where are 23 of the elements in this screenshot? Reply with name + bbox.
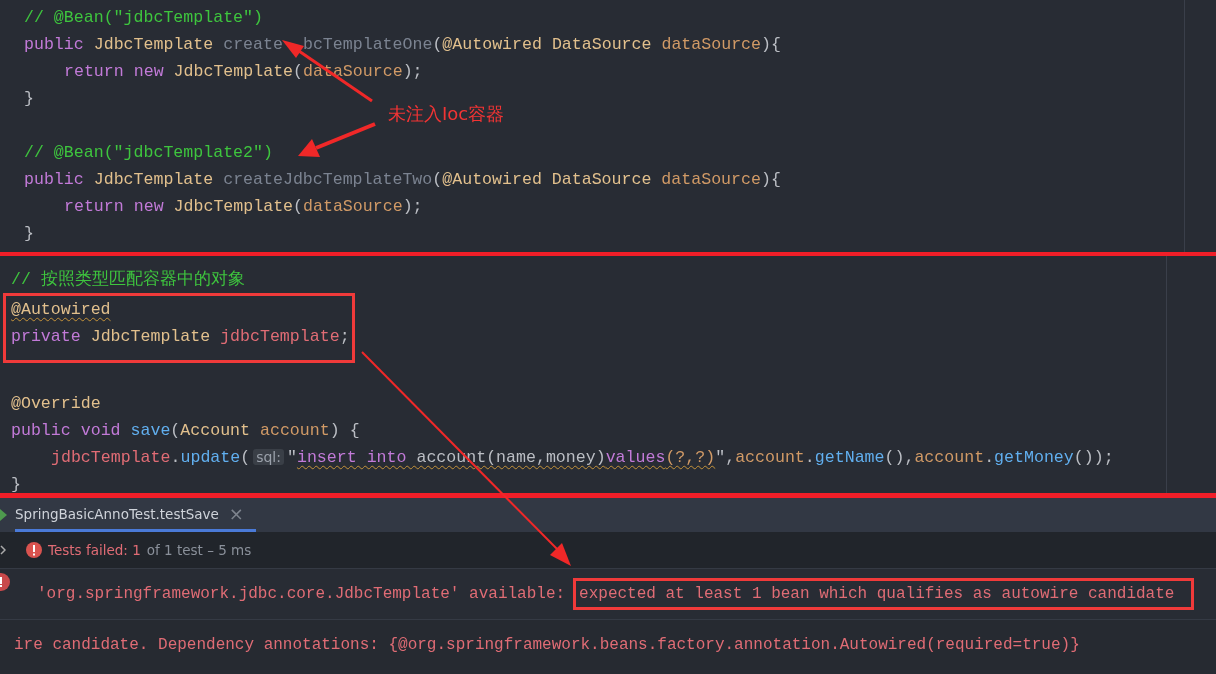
code-line: @Autowired	[11, 300, 111, 319]
code-line: public JdbcTemplate createJdbcTemplateTwo(@Autowired DataSource dataSource){	[24, 170, 781, 189]
code-line: // @Bean("jdbcTemplate2")	[24, 143, 273, 162]
code-line: }	[11, 475, 21, 494]
play-icon[interactable]	[0, 509, 7, 521]
code-line: }	[24, 224, 34, 243]
error-icon	[0, 573, 10, 591]
code-line: }	[24, 89, 34, 108]
annotation-text: 未注入Ioc容器	[388, 102, 505, 126]
error-icon	[26, 542, 42, 558]
code-line: return new JdbcTemplate(dataSource);	[64, 197, 423, 216]
code-line: private JdbcTemplate jdbcTemplate;	[11, 327, 350, 346]
code-line: // 按照类型匹配容器中的对象	[11, 270, 245, 289]
chevron-icon[interactable]	[0, 545, 6, 555]
console-text: 'org.springframework.jdbc.core.JdbcTemplate' available:	[37, 585, 566, 603]
code-line: public void save(Account account) {	[11, 421, 360, 440]
console-text: expected at least 1 bean which qualifies as autowire candidate	[579, 585, 1175, 603]
console-text: ire candidate. Dependency annotations: {@org.springframework.beans.factory.annotation.Autowired(required=true)}	[14, 636, 1080, 654]
code-line: public JdbcTemplate create bcTemplateOne(@Autowired DataSource dataSource){	[24, 35, 781, 54]
status-detail: of 1 test – 5 ms	[146, 542, 252, 558]
status-text: Tests failed: 1	[48, 542, 141, 558]
code-line: @Override	[11, 394, 101, 413]
code-line: // @Bean("jdbcTemplate")	[24, 8, 263, 27]
